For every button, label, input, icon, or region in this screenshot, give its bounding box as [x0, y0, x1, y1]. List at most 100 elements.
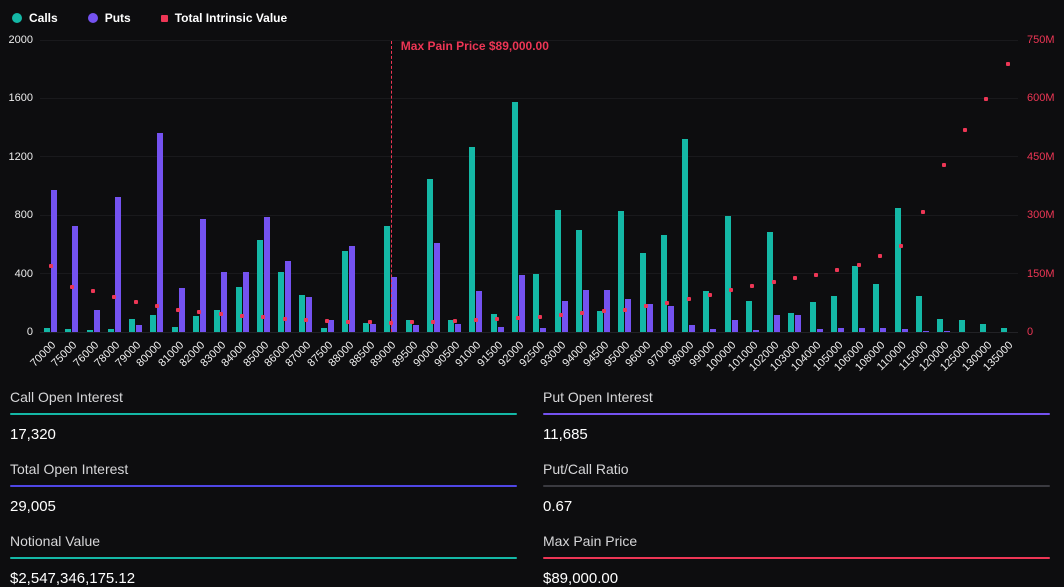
total-intrinsic-value-point[interactable]	[602, 309, 606, 313]
strike-group-91500[interactable]: 91500	[487, 41, 508, 332]
strike-group-89500[interactable]: 89500	[402, 41, 423, 332]
total-intrinsic-value-point[interactable]	[538, 315, 542, 319]
total-intrinsic-value-point[interactable]	[261, 315, 265, 319]
total-intrinsic-value-point[interactable]	[729, 288, 733, 292]
calls-bar[interactable]	[959, 320, 965, 332]
legend-item-total-intrinsic-value[interactable]: Total Intrinsic Value	[161, 11, 287, 25]
calls-bar[interactable]	[469, 147, 475, 332]
calls-bar[interactable]	[44, 328, 50, 332]
strike-group-93000[interactable]: 93000	[550, 41, 571, 332]
strike-group-135000[interactable]: 135000	[997, 41, 1018, 332]
puts-bar[interactable]	[838, 328, 844, 332]
puts-bar[interactable]	[923, 331, 929, 332]
strike-group-84000[interactable]: 84000	[231, 41, 252, 332]
calls-bar[interactable]	[108, 329, 114, 332]
puts-bar[interactable]	[285, 261, 291, 332]
total-intrinsic-value-point[interactable]	[325, 319, 329, 323]
puts-bar[interactable]	[413, 325, 419, 332]
strike-group-88500[interactable]: 88500	[359, 41, 380, 332]
total-intrinsic-value-point[interactable]	[453, 319, 457, 323]
strike-group-103000[interactable]: 103000	[784, 41, 805, 332]
strike-group-105000[interactable]: 105000	[827, 41, 848, 332]
total-intrinsic-value-point[interactable]	[112, 295, 116, 299]
calls-bar[interactable]	[65, 329, 71, 332]
total-intrinsic-value-point[interactable]	[495, 317, 499, 321]
strike-group-130000[interactable]: 130000	[976, 41, 997, 332]
total-intrinsic-value-point[interactable]	[665, 301, 669, 305]
total-intrinsic-value-point[interactable]	[814, 273, 818, 277]
strike-group-104000[interactable]: 104000	[806, 41, 827, 332]
total-intrinsic-value-point[interactable]	[835, 268, 839, 272]
calls-bar[interactable]	[831, 296, 837, 332]
strike-group-98000[interactable]: 98000	[678, 41, 699, 332]
total-intrinsic-value-point[interactable]	[70, 285, 74, 289]
puts-bar[interactable]	[94, 310, 100, 332]
calls-bar[interactable]	[873, 284, 879, 332]
strike-group-70000[interactable]: 70000	[40, 41, 61, 332]
strike-group-80000[interactable]: 80000	[146, 41, 167, 332]
strike-group-75000[interactable]: 75000	[61, 41, 82, 332]
strike-group-101000[interactable]: 101000	[742, 41, 763, 332]
calls-bar[interactable]	[172, 327, 178, 332]
legend-item-calls[interactable]: Calls	[12, 11, 58, 25]
puts-bar[interactable]	[51, 190, 57, 332]
strike-group-85000[interactable]: 85000	[253, 41, 274, 332]
total-intrinsic-value-point[interactable]	[984, 97, 988, 101]
strike-group-79000[interactable]: 79000	[125, 41, 146, 332]
strike-group-86000[interactable]: 86000	[274, 41, 295, 332]
total-intrinsic-value-point[interactable]	[197, 310, 201, 314]
total-intrinsic-value-point[interactable]	[559, 313, 563, 317]
total-intrinsic-value-point[interactable]	[516, 316, 520, 320]
total-intrinsic-value-point[interactable]	[219, 312, 223, 316]
strike-group-87500[interactable]: 87500	[316, 41, 337, 332]
puts-bar[interactable]	[519, 275, 525, 332]
strike-group-110000[interactable]: 110000	[891, 41, 912, 332]
strike-group-76000[interactable]: 76000	[83, 41, 104, 332]
puts-bar[interactable]	[817, 329, 823, 332]
total-intrinsic-value-point[interactable]	[389, 321, 393, 325]
total-intrinsic-value-point[interactable]	[431, 320, 435, 324]
total-intrinsic-value-point[interactable]	[49, 264, 53, 268]
strike-group-102000[interactable]: 102000	[763, 41, 784, 332]
calls-bar[interactable]	[640, 253, 646, 332]
puts-bar[interactable]	[710, 329, 716, 332]
puts-bar[interactable]	[498, 327, 504, 332]
calls-bar[interactable]	[618, 211, 624, 332]
calls-bar[interactable]	[129, 319, 135, 332]
strike-group-81000[interactable]: 81000	[168, 41, 189, 332]
calls-bar[interactable]	[278, 272, 284, 332]
puts-bar[interactable]	[243, 272, 249, 332]
total-intrinsic-value-point[interactable]	[580, 311, 584, 315]
total-intrinsic-value-point[interactable]	[176, 308, 180, 312]
calls-bar[interactable]	[87, 330, 93, 332]
calls-bar[interactable]	[533, 274, 539, 332]
strike-group-99000[interactable]: 99000	[699, 41, 720, 332]
total-intrinsic-value-point[interactable]	[304, 318, 308, 322]
puts-bar[interactable]	[944, 331, 950, 332]
strike-group-87000[interactable]: 87000	[295, 41, 316, 332]
calls-bar[interactable]	[597, 311, 603, 332]
puts-bar[interactable]	[668, 306, 674, 332]
puts-bar[interactable]	[434, 243, 440, 332]
total-intrinsic-value-point[interactable]	[793, 276, 797, 280]
puts-bar[interactable]	[221, 272, 227, 332]
puts-bar[interactable]	[753, 330, 759, 332]
puts-bar[interactable]	[370, 324, 376, 332]
strike-group-94500[interactable]: 94500	[593, 41, 614, 332]
puts-bar[interactable]	[880, 328, 886, 332]
puts-bar[interactable]	[689, 325, 695, 332]
puts-bar[interactable]	[115, 197, 121, 332]
calls-bar[interactable]	[895, 208, 901, 332]
calls-bar[interactable]	[150, 315, 156, 332]
calls-bar[interactable]	[937, 319, 943, 332]
calls-bar[interactable]	[810, 302, 816, 332]
puts-bar[interactable]	[306, 297, 312, 332]
strike-group-106000[interactable]: 106000	[848, 41, 869, 332]
calls-bar[interactable]	[236, 287, 242, 332]
calls-bar[interactable]	[193, 316, 199, 332]
total-intrinsic-value-point[interactable]	[346, 320, 350, 324]
calls-bar[interactable]	[427, 179, 433, 332]
total-intrinsic-value-point[interactable]	[687, 297, 691, 301]
total-intrinsic-value-point[interactable]	[368, 320, 372, 324]
calls-bar[interactable]	[703, 291, 709, 332]
